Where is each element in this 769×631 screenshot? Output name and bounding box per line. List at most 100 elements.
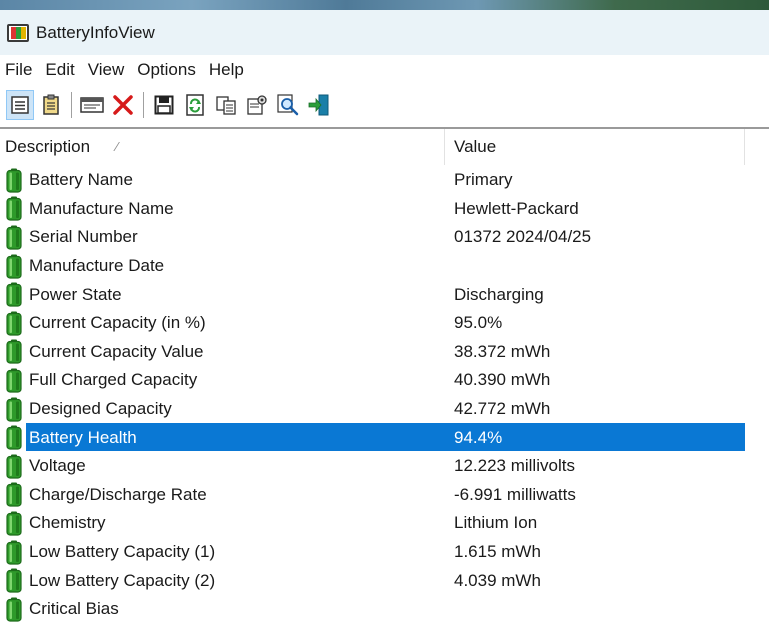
battery-icon <box>5 568 23 593</box>
menu-help[interactable]: Help <box>204 55 252 85</box>
list-view-icon <box>11 96 29 114</box>
row-description: Battery Health <box>29 427 137 447</box>
column-header: Description ⁄ Value <box>0 129 769 165</box>
row-value: Primary <box>454 170 513 190</box>
row-description: Power State <box>29 284 122 304</box>
refresh-button[interactable] <box>181 90 209 120</box>
battery-icon <box>5 311 23 336</box>
desktop-wallpaper-strip <box>0 0 769 10</box>
row-description: Manufacture Date <box>29 256 165 276</box>
copy-button[interactable] <box>212 90 240 120</box>
list-row[interactable]: Voltage 12.223 millivolts <box>0 452 769 481</box>
save-button[interactable] <box>150 90 178 120</box>
battery-icon <box>5 425 23 450</box>
row-value: 95.0% <box>454 313 503 333</box>
exit-button[interactable] <box>305 90 333 120</box>
find-icon <box>277 94 299 116</box>
battery-icon <box>5 540 23 565</box>
column-header-value[interactable]: Value <box>445 129 745 165</box>
row-description: Manufacture Name <box>29 198 174 218</box>
refresh-icon <box>186 94 204 116</box>
battery-icon <box>5 482 23 507</box>
menu-edit[interactable]: Edit <box>40 55 82 85</box>
row-description: Chemistry <box>29 513 106 533</box>
row-description: Low Battery Capacity (2) <box>29 570 216 590</box>
battery-icon <box>5 168 23 193</box>
battery-icon <box>5 511 23 536</box>
row-value: 42.772 mWh <box>454 399 551 419</box>
delete-button[interactable] <box>109 90 137 120</box>
battery-icon <box>5 368 23 393</box>
list-row[interactable]: Critical Bias <box>0 595 769 624</box>
list-row[interactable]: Power State Discharging <box>0 280 769 309</box>
list-row[interactable]: Designed Capacity 42.772 mWh <box>0 395 769 424</box>
list-row[interactable]: Battery Health 94.4% <box>0 423 769 452</box>
properties-button[interactable] <box>243 90 271 120</box>
row-description: Designed Capacity <box>29 399 172 419</box>
list-row[interactable]: Current Capacity (in %) 95.0% <box>0 309 769 338</box>
toolbar-separator <box>143 92 144 118</box>
clipboard-button[interactable] <box>37 90 65 120</box>
battery-icon <box>5 339 23 364</box>
row-value: 38.372 mWh <box>454 341 551 361</box>
window-properties-icon <box>80 97 104 113</box>
battery-icon <box>5 282 23 307</box>
battery-icon <box>5 196 23 221</box>
menu-bar: File Edit View Options Help <box>0 55 769 85</box>
menu-options[interactable]: Options <box>132 55 204 85</box>
battery-icon <box>5 254 23 279</box>
menu-view[interactable]: View <box>83 55 133 85</box>
row-value: 94.4% <box>454 427 503 447</box>
list-row[interactable]: Low Battery Capacity (1) 1.615 mWh <box>0 538 769 567</box>
row-description: Full Charged Capacity <box>29 370 198 390</box>
list-row[interactable]: Chemistry Lithium Ion <box>0 509 769 538</box>
battery-info-list: Battery Name Primary Manufacture Name Hewle… <box>0 166 769 624</box>
row-value: Hewlett-Packard <box>454 198 579 218</box>
list-view-button[interactable] <box>6 90 34 120</box>
title-bar: BatteryInfoView <box>0 10 769 55</box>
battery-icon <box>5 225 23 250</box>
row-value: 4.039 mWh <box>454 570 541 590</box>
list-row[interactable]: Battery Name Primary <box>0 166 769 195</box>
app-icon <box>7 23 29 42</box>
row-description: Low Battery Capacity (1) <box>29 542 216 562</box>
row-value: 40.390 mWh <box>454 370 551 390</box>
list-row[interactable]: Current Capacity Value 38.372 mWh <box>0 338 769 367</box>
row-value: -6.991 milliwatts <box>454 484 576 504</box>
row-description: Current Capacity Value <box>29 341 204 361</box>
window-title: BatteryInfoView <box>36 22 155 42</box>
find-button[interactable] <box>274 90 302 120</box>
row-description: Battery Name <box>29 170 133 190</box>
row-value: Discharging <box>454 284 544 304</box>
properties-window-button[interactable] <box>78 90 106 120</box>
list-row[interactable]: Low Battery Capacity (2) 4.039 mWh <box>0 566 769 595</box>
battery-icon <box>5 454 23 479</box>
save-disk-icon <box>154 95 174 115</box>
menu-file[interactable]: File <box>0 55 40 85</box>
clipboard-list-icon <box>43 94 59 115</box>
row-description: Critical Bias <box>29 599 119 619</box>
toolbar-separator <box>71 92 72 118</box>
battery-icon <box>5 597 23 622</box>
row-value: 12.223 millivolts <box>454 456 575 476</box>
column-header-description[interactable]: Description ⁄ <box>0 129 445 165</box>
row-description: Serial Number <box>29 227 138 247</box>
sort-indicator-icon: ⁄ <box>116 139 119 154</box>
battery-icon <box>5 397 23 422</box>
list-row[interactable]: Manufacture Date <box>0 252 769 281</box>
delete-x-icon <box>113 95 133 115</box>
list-row[interactable]: Full Charged Capacity 40.390 mWh <box>0 366 769 395</box>
list-row[interactable]: Charge/Discharge Rate -6.991 milliwatts <box>0 481 769 510</box>
row-description: Current Capacity (in %) <box>29 313 206 333</box>
row-value: Lithium Ion <box>454 513 538 533</box>
exit-icon <box>308 94 329 116</box>
list-row[interactable]: Manufacture Name Hewlett-Packard <box>0 195 769 224</box>
toolbar <box>0 85 769 125</box>
row-description: Voltage <box>29 456 86 476</box>
column-description-label: Description <box>5 137 91 156</box>
row-value: 01372 2024/04/25 <box>454 227 592 247</box>
properties-icon <box>247 95 267 115</box>
list-row[interactable]: Serial Number 01372 2024/04/25 <box>0 223 769 252</box>
copy-icon <box>216 96 236 115</box>
row-description: Charge/Discharge Rate <box>29 484 207 504</box>
